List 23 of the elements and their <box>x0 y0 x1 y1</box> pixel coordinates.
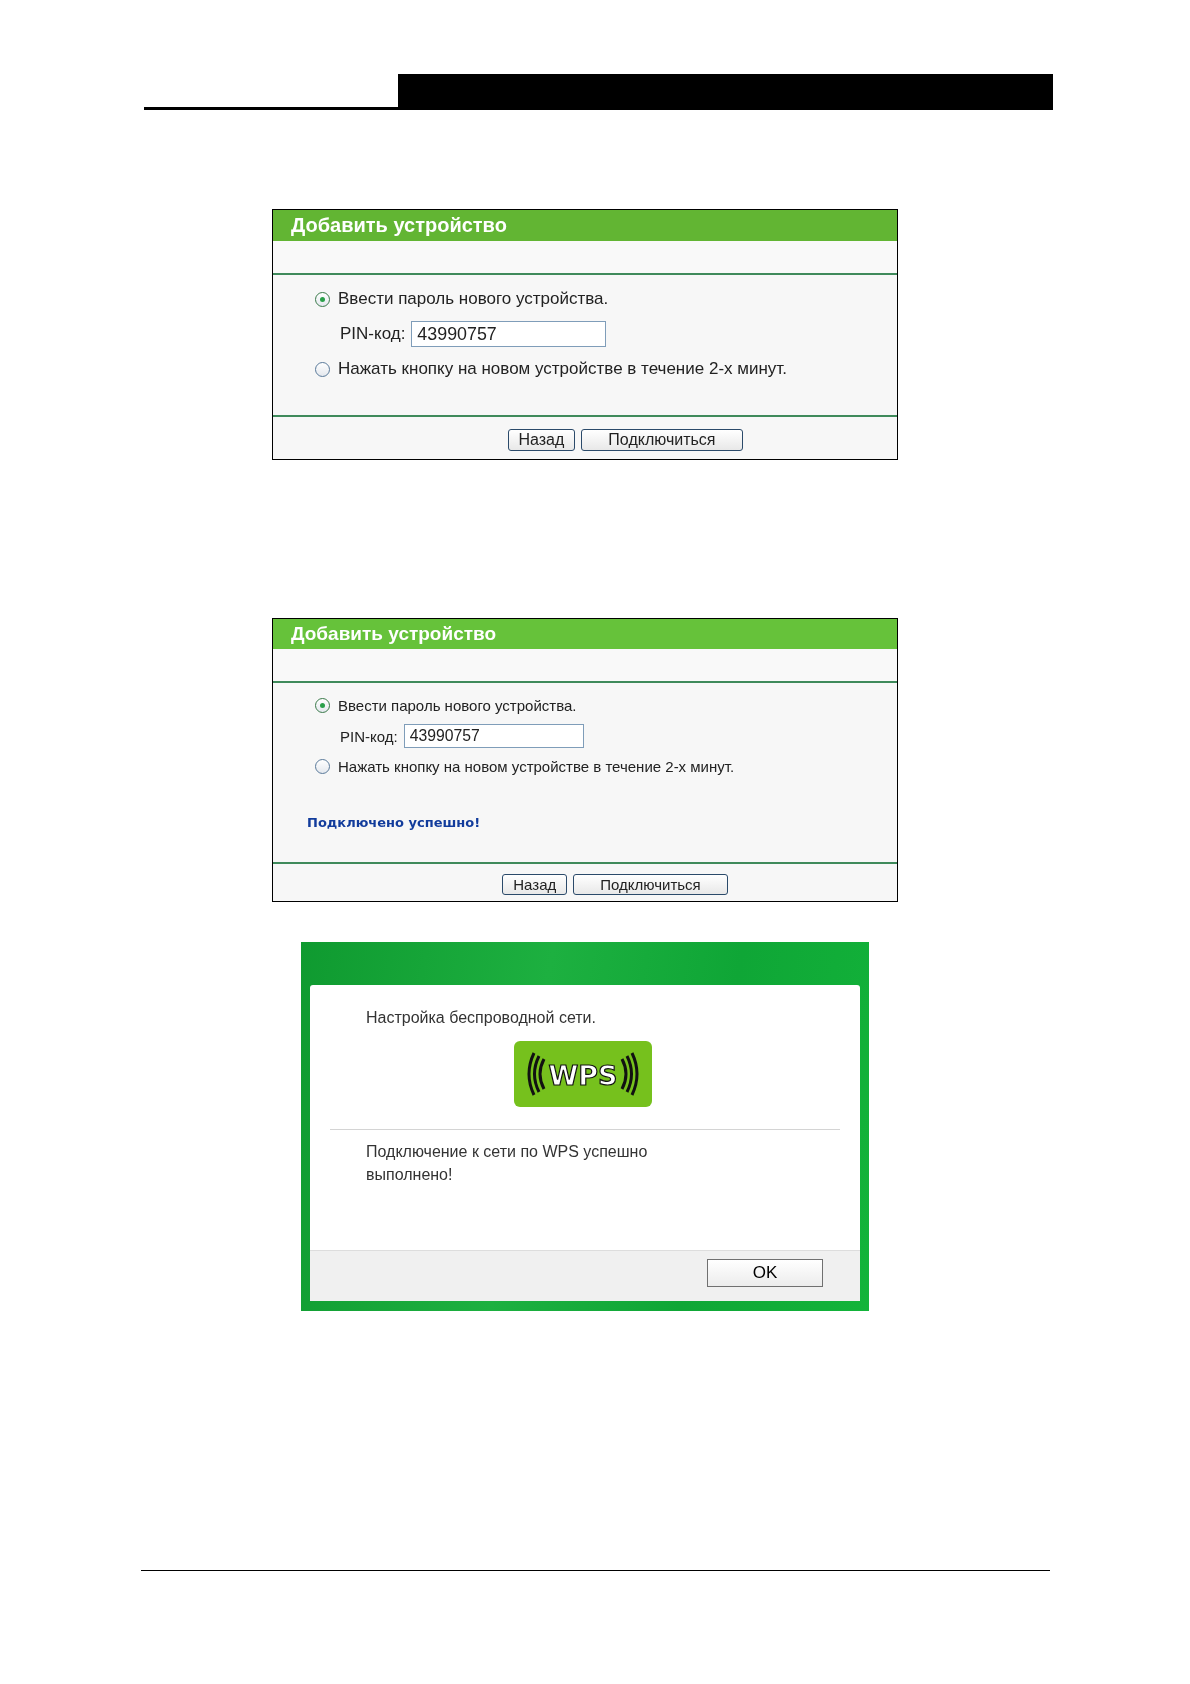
status-message: Подключено успешно! <box>307 815 482 830</box>
panel-title: Добавить устройство <box>273 210 897 241</box>
radio-button[interactable] <box>315 759 330 774</box>
dialog-heading: Настройка беспроводной сети. <box>366 1009 596 1027</box>
pin-field[interactable]: 43990757 <box>403 724 584 748</box>
form-button[interactable]: Назад <box>502 874 568 895</box>
form-button[interactable]: Подключиться <box>573 874 728 895</box>
option-label: Ввести пароль нового устройства. <box>338 289 609 309</box>
pin-field[interactable]: 43990757 <box>411 321 607 347</box>
radio-button[interactable] <box>315 291 330 307</box>
option-label: Нажать кнопку на новом устройстве в течение 2-х минут. <box>338 359 787 379</box>
form-button[interactable]: Подключиться <box>581 429 743 451</box>
option-label: Ввести пароль нового устройства. <box>338 697 577 714</box>
radio-button[interactable] <box>315 361 330 377</box>
pin-label: PIN-код: <box>340 727 398 745</box>
pin-label: PIN-код: <box>340 324 406 344</box>
radio-button[interactable] <box>315 698 330 713</box>
ok-button[interactable]: OK <box>707 1259 823 1287</box>
panel-title: Добавить устройство <box>273 619 897 649</box>
dialog-message: Подключение к сети по WPS успешно выполнено! <box>366 1142 649 1185</box>
option-label: Нажать кнопку на новом устройстве в течение 2-х минут. <box>338 758 735 775</box>
form-button[interactable]: Назад <box>507 429 576 451</box>
wps-logo: WPS <box>514 1041 652 1107</box>
